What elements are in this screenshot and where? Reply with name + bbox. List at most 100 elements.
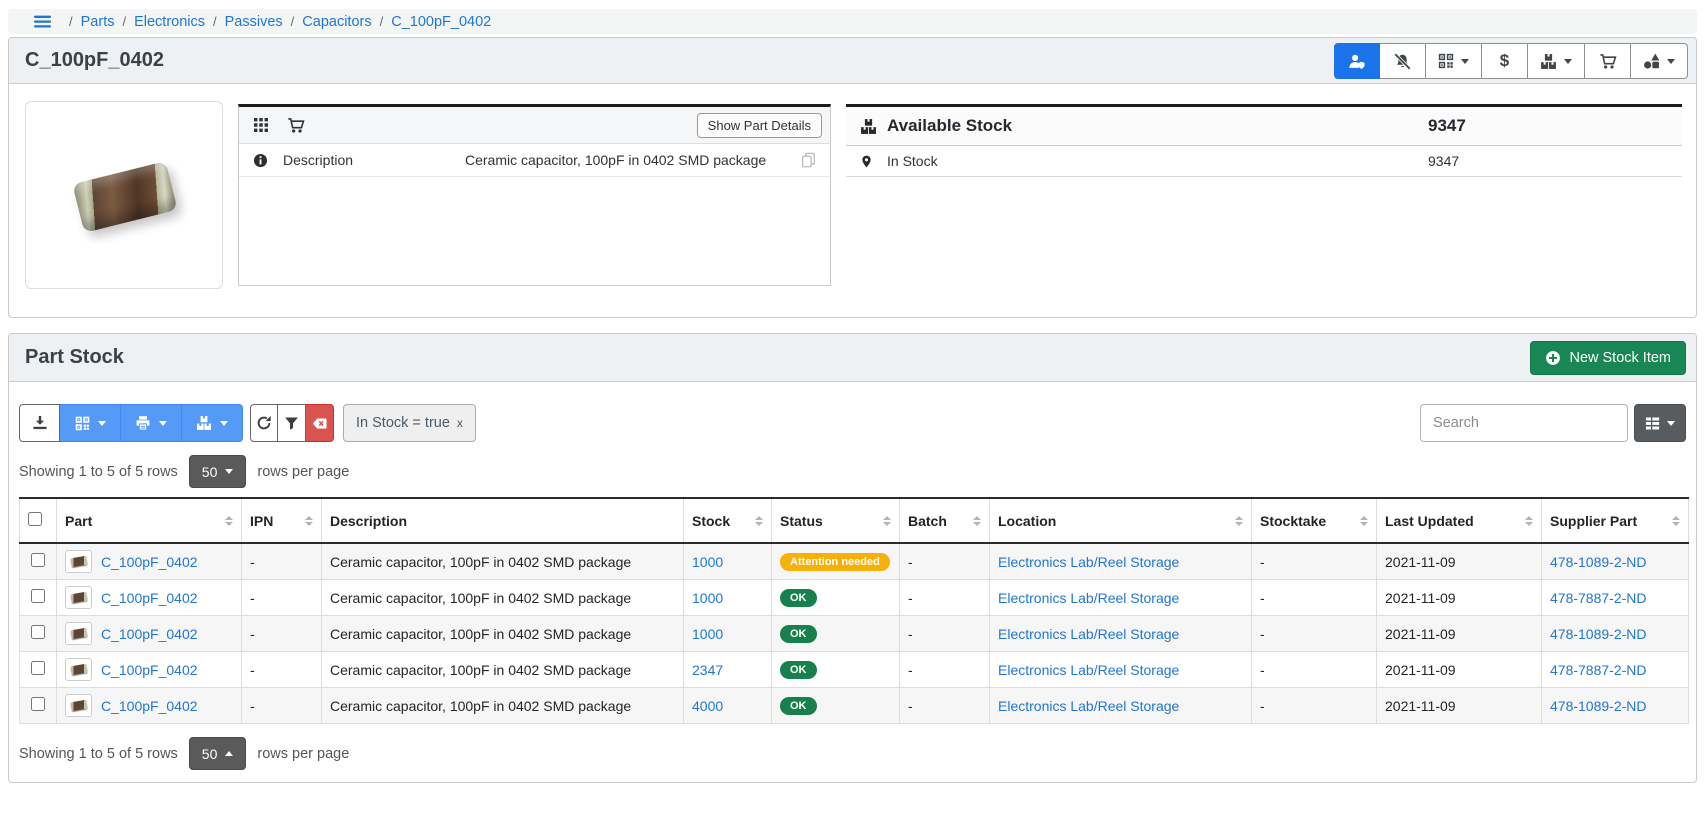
sort-icon xyxy=(1525,516,1533,526)
location-link[interactable]: Electronics Lab/Reel Storage xyxy=(998,662,1179,678)
rows-per-page-text: rows per page xyxy=(257,746,349,762)
chevron-down-icon xyxy=(1667,59,1675,64)
purchase-button[interactable] xyxy=(1585,43,1631,79)
filter-chip-label: In Stock = true xyxy=(356,415,450,431)
copy-icon[interactable] xyxy=(801,152,816,168)
boxes-icon xyxy=(196,415,212,431)
select-all-checkbox[interactable] xyxy=(28,512,42,526)
export-button[interactable] xyxy=(19,404,60,442)
part-stock-title: Part Stock xyxy=(25,346,124,369)
column-header-stock[interactable]: Stock xyxy=(684,498,772,543)
row-checkbox[interactable] xyxy=(31,697,45,711)
column-header-batch[interactable]: Batch xyxy=(900,498,990,543)
part-link[interactable]: C_100pF_0402 xyxy=(101,554,198,570)
stock-link[interactable]: 1000 xyxy=(692,590,723,606)
location-link[interactable]: Electronics Lab/Reel Storage xyxy=(998,590,1179,606)
barcode-dropdown-button[interactable] xyxy=(60,404,121,442)
columns-icon xyxy=(1645,416,1660,431)
columns-dropdown-button[interactable] xyxy=(1634,404,1686,442)
stock-table: Part IPN Description Stock Status Batch … xyxy=(19,497,1689,724)
sort-icon xyxy=(1672,516,1680,526)
stock-options-dropdown-button[interactable] xyxy=(182,404,243,442)
page-size-button[interactable]: 50 xyxy=(189,737,247,770)
subscribe-button[interactable] xyxy=(1334,43,1380,79)
column-header-status[interactable]: Status xyxy=(772,498,900,543)
shopping-cart-icon xyxy=(1599,53,1617,70)
stock-actions-button[interactable] xyxy=(1528,43,1585,79)
breadcrumb-link-capacitors[interactable]: Capacitors xyxy=(302,14,371,30)
column-header-part[interactable]: Part xyxy=(57,498,242,543)
batch-cell: - xyxy=(900,616,990,652)
stock-link[interactable]: 1000 xyxy=(692,554,723,570)
breadcrumb-link-electronics[interactable]: Electronics xyxy=(134,14,205,30)
status-badge: OK xyxy=(780,661,817,679)
page-size-button[interactable]: 50 xyxy=(189,455,247,488)
select-all-header[interactable] xyxy=(20,498,57,543)
supplier-part-link[interactable]: 478-7887-2-ND xyxy=(1550,590,1647,606)
shopping-cart-icon[interactable] xyxy=(287,117,305,134)
column-header-stocktake[interactable]: Stocktake xyxy=(1252,498,1377,543)
grid-icon[interactable] xyxy=(253,117,269,133)
supplier-part-link[interactable]: 478-1089-2-ND xyxy=(1550,626,1647,642)
part-link[interactable]: C_100pF_0402 xyxy=(101,662,198,678)
in-stock-row: In Stock 9347 xyxy=(846,146,1682,177)
row-checkbox[interactable] xyxy=(31,661,45,675)
plus-circle-icon xyxy=(1545,350,1561,366)
column-header-last-updated[interactable]: Last Updated xyxy=(1377,498,1542,543)
breadcrumb-link-current-part[interactable]: C_100pF_0402 xyxy=(391,14,491,30)
available-stock-header: Available Stock 9347 xyxy=(846,107,1682,146)
part-image[interactable] xyxy=(25,101,223,289)
breadcrumb-link-parts[interactable]: Parts xyxy=(81,14,115,30)
sort-icon xyxy=(973,516,981,526)
description-cell: Ceramic capacitor, 100pF in 0402 SMD pac… xyxy=(322,688,684,724)
batch-cell: - xyxy=(900,688,990,724)
stock-link[interactable]: 1000 xyxy=(692,626,723,642)
map-marker-icon xyxy=(860,154,887,169)
part-link[interactable]: C_100pF_0402 xyxy=(101,590,198,606)
supplier-part-link[interactable]: 478-1089-2-ND xyxy=(1550,554,1647,570)
part-actions-button[interactable] xyxy=(1631,43,1688,79)
part-thumbnail xyxy=(65,550,92,573)
table-row: C_100pF_0402 - Ceramic capacitor, 100pF … xyxy=(20,616,1689,652)
hamburger-menu-icon[interactable] xyxy=(34,13,51,30)
location-link[interactable]: Electronics Lab/Reel Storage xyxy=(998,554,1179,570)
supplier-part-link[interactable]: 478-7887-2-ND xyxy=(1550,662,1647,678)
location-link[interactable]: Electronics Lab/Reel Storage xyxy=(998,626,1179,642)
filter-button[interactable] xyxy=(278,404,306,442)
refresh-button[interactable] xyxy=(250,404,278,442)
stock-link[interactable]: 4000 xyxy=(692,698,723,714)
pricing-button[interactable]: $ xyxy=(1482,43,1528,79)
pagination-showing-text: Showing 1 to 5 of 5 rows xyxy=(19,746,178,762)
show-part-details-button[interactable]: Show Part Details xyxy=(697,113,822,138)
info-icon xyxy=(253,153,283,168)
pagination-top: Showing 1 to 5 of 5 rows 50 rows per pag… xyxy=(19,455,1686,488)
row-checkbox[interactable] xyxy=(31,625,45,639)
refresh-icon xyxy=(256,415,272,431)
clear-filters-button[interactable] xyxy=(306,404,334,442)
table-row: C_100pF_0402 - Ceramic capacitor, 100pF … xyxy=(20,580,1689,616)
new-stock-item-button[interactable]: New Stock Item xyxy=(1530,341,1686,375)
row-checkbox[interactable] xyxy=(31,589,45,603)
part-link[interactable]: C_100pF_0402 xyxy=(101,626,198,642)
breadcrumb-link-passives[interactable]: Passives xyxy=(225,14,283,30)
column-header-ipn[interactable]: IPN xyxy=(242,498,322,543)
column-header-location[interactable]: Location xyxy=(990,498,1252,543)
part-link[interactable]: C_100pF_0402 xyxy=(101,698,198,714)
location-link[interactable]: Electronics Lab/Reel Storage xyxy=(998,698,1179,714)
filter-chip-remove[interactable]: x xyxy=(457,416,463,430)
stock-link[interactable]: 2347 xyxy=(692,662,723,678)
barcode-actions-button[interactable] xyxy=(1426,43,1482,79)
download-icon xyxy=(32,415,48,431)
pagination-showing-text: Showing 1 to 5 of 5 rows xyxy=(19,464,178,480)
search-input[interactable] xyxy=(1420,404,1628,442)
column-header-supplier-part[interactable]: Supplier Part xyxy=(1542,498,1689,543)
notifications-off-button[interactable] xyxy=(1380,43,1426,79)
column-header-description[interactable]: Description xyxy=(322,498,684,543)
available-stock-title: Available Stock xyxy=(887,116,1012,136)
row-checkbox[interactable] xyxy=(31,553,45,567)
print-dropdown-button[interactable] xyxy=(121,404,182,442)
filter-chip-in-stock[interactable]: In Stock = true x xyxy=(343,404,476,442)
qr-code-icon xyxy=(75,416,90,431)
supplier-part-link[interactable]: 478-1089-2-ND xyxy=(1550,698,1647,714)
backspace-icon xyxy=(312,416,328,431)
